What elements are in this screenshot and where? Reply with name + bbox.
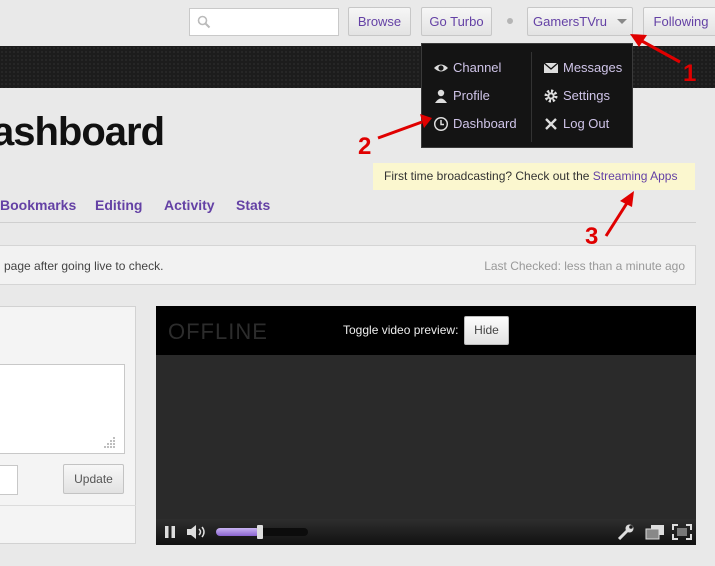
eye-icon — [434, 64, 448, 72]
volume-handle[interactable] — [257, 525, 264, 539]
update-button[interactable]: Update — [63, 464, 124, 494]
live-status-bar: page after going live to check. Last Che… — [0, 245, 696, 285]
user-dropdown-menu: Channel Messages Profile Settings Dashbo… — [421, 43, 633, 148]
popout-icon[interactable] — [645, 524, 665, 540]
game-input[interactable] — [0, 465, 18, 495]
panel-divider — [0, 505, 136, 506]
top-nav: Browse Go Turbo GamersTVru Following — [0, 0, 715, 46]
search-box[interactable] — [189, 8, 339, 36]
video-player: OFFLINE Toggle video preview: Hide — [156, 306, 696, 545]
resize-grip-icon[interactable] — [104, 436, 116, 448]
menu-item-dashboard[interactable]: Dashboard — [433, 115, 523, 133]
gear-icon — [544, 89, 558, 103]
browse-button[interactable]: Browse — [348, 7, 411, 36]
user-icon — [435, 89, 447, 103]
annotation-2: 2 — [358, 133, 372, 160]
menu-item-logout[interactable]: Log Out — [543, 115, 628, 133]
broadcast-info-panel: Update — [0, 306, 136, 544]
page-title: ashboard — [0, 110, 165, 154]
annotation-1: 1 — [683, 60, 697, 87]
tab-stats[interactable]: Stats — [236, 197, 270, 213]
menu-item-label: Settings — [563, 88, 610, 103]
status-dot — [507, 18, 513, 24]
close-icon — [545, 118, 557, 130]
menu-item-messages[interactable]: Messages — [543, 59, 628, 77]
menu-item-channel[interactable]: Channel — [433, 59, 523, 77]
caret-down-icon — [616, 19, 627, 24]
envelope-icon — [543, 62, 559, 73]
pause-icon[interactable] — [164, 524, 176, 540]
volume-fill — [216, 528, 261, 536]
annotation-3: 3 — [585, 223, 599, 250]
search-icon — [197, 15, 211, 29]
annotation-arrow-3 — [604, 191, 634, 237]
menu-item-label: Profile — [453, 88, 490, 103]
user-name: GamersTVru — [533, 14, 607, 29]
offline-label: OFFLINE — [168, 319, 268, 344]
wrench-icon[interactable] — [617, 524, 635, 540]
menu-item-label: Log Out — [563, 116, 610, 131]
following-button[interactable]: Following — [643, 7, 715, 36]
search-input[interactable] — [216, 12, 334, 32]
last-checked-text: Last Checked: less than a minute ago — [484, 259, 685, 273]
streaming-tip: First time broadcasting? Check out the S… — [373, 163, 695, 190]
menu-item-label: Messages — [563, 60, 623, 75]
go-turbo-button[interactable]: Go Turbo — [421, 7, 492, 36]
menu-divider — [531, 52, 532, 142]
menu-item-profile[interactable]: Profile — [433, 87, 523, 105]
tab-editing[interactable]: Editing — [95, 197, 142, 213]
tab-bookmarks[interactable]: Bookmarks — [0, 197, 76, 213]
volume-slider[interactable] — [216, 525, 308, 539]
clock-icon — [433, 116, 449, 132]
streaming-apps-link[interactable]: Streaming Apps — [593, 169, 678, 183]
speaker-icon[interactable] — [186, 524, 208, 540]
menu-item-settings[interactable]: Settings — [543, 87, 628, 105]
player-controls — [156, 519, 696, 545]
video-screen[interactable] — [156, 355, 696, 519]
menu-item-label: Channel — [453, 60, 502, 75]
menu-item-label: Dashboard — [453, 116, 517, 131]
status-message: page after going live to check. — [4, 259, 164, 273]
hide-preview-button[interactable]: Hide — [464, 316, 509, 345]
user-menu-button[interactable]: GamersTVru — [527, 7, 633, 36]
tip-text: First time broadcasting? Check out the — [384, 169, 593, 183]
fullscreen-icon[interactable] — [672, 524, 692, 540]
tab-activity[interactable]: Activity — [164, 197, 215, 213]
toggle-preview-label: Toggle video preview: — [343, 323, 459, 337]
